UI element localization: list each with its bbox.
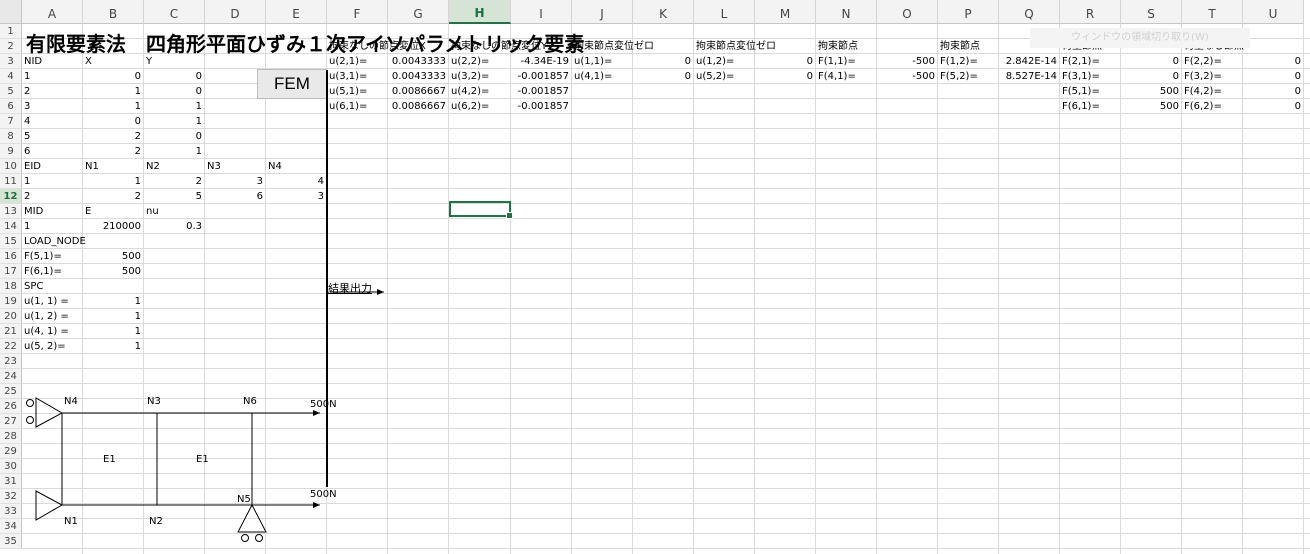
element-label: E1	[103, 454, 116, 465]
spreadsheet: ABCDEFGHIJKLMNOPQRSTU 1 2 3 4 5 6 7 8 9 10 11 12 13 1…	[0, 0, 1310, 554]
load-label: 500N	[310, 489, 337, 500]
node-label: N5	[237, 494, 251, 505]
load-label: 500N	[310, 399, 337, 410]
element-label: E1	[196, 454, 209, 465]
node-label: N4	[64, 396, 78, 407]
roller-wheel-icon	[241, 534, 249, 542]
roller-support-icon	[237, 503, 267, 533]
structure-diagram: N4 N3 N6 N1 N2 N5 E1 E1 500N 500N	[26, 289, 384, 542]
roller-wheel-icon	[255, 534, 263, 542]
roller-wheel-icon	[26, 416, 34, 424]
pin-support-icon	[35, 490, 64, 521]
node-label: N6	[243, 396, 257, 407]
roller-support-icon	[35, 397, 64, 428]
node-label: N3	[147, 396, 161, 407]
roller-wheel-icon	[26, 399, 34, 407]
node-label: N1	[64, 516, 78, 527]
node-label: N2	[149, 516, 163, 527]
